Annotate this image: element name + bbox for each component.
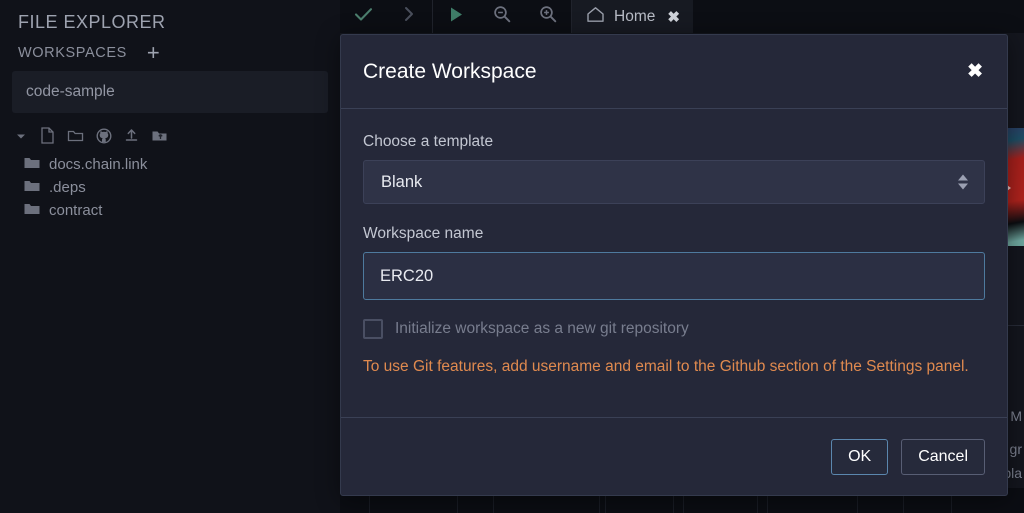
caret-down-icon[interactable] <box>14 129 28 143</box>
list-item[interactable]: contract <box>0 199 340 222</box>
upload-file-icon[interactable] <box>124 128 139 144</box>
workspace-name-input[interactable] <box>363 252 985 300</box>
toolbar-group-run <box>433 0 571 33</box>
git-init-label: Initialize workspace as a new git reposi… <box>395 320 689 337</box>
modal-footer: OK Cancel <box>341 417 1007 495</box>
cancel-button[interactable]: Cancel <box>901 438 985 475</box>
list-item-label: docs.chain.link <box>49 156 148 173</box>
editor-toolbar: Home ✖ <box>340 0 1024 33</box>
upload-folder-icon[interactable] <box>151 128 168 143</box>
template-label: Choose a template <box>363 133 494 150</box>
file-explorer-sidebar: FILE EXPLORER WORKSPACES + code-sample d… <box>0 0 340 513</box>
git-init-checkbox[interactable] <box>363 319 383 339</box>
list-item[interactable]: .deps <box>0 176 340 199</box>
github-icon[interactable] <box>96 127 112 144</box>
home-icon <box>586 6 605 28</box>
create-workspace-modal: Create Workspace ✖ Choose a template Bla… <box>340 34 1008 496</box>
close-icon[interactable]: ✖ <box>965 58 985 85</box>
workspace-selector[interactable]: code-sample <box>12 71 328 113</box>
zoom-in-button[interactable] <box>525 0 571 33</box>
template-select-value: Blank <box>381 172 423 191</box>
bg-heading-snippet: M <box>1010 408 1022 424</box>
new-file-icon[interactable] <box>40 127 55 144</box>
file-tree: docs.chain.link .deps contract <box>0 144 340 222</box>
workspace-selector-value: code-sample <box>26 83 115 100</box>
toolbar-group-left <box>340 0 432 33</box>
check-button[interactable] <box>340 0 386 33</box>
chevron-updown-icon <box>958 174 968 190</box>
zoom-in-icon <box>539 5 557 28</box>
step-forward-button[interactable] <box>386 0 432 33</box>
workspace-name-label: Workspace name <box>363 225 484 242</box>
tree-toolbar <box>0 113 340 144</box>
zoom-out-button[interactable] <box>479 0 525 33</box>
tab-home[interactable]: Home ✖ <box>572 0 693 33</box>
check-icon <box>354 7 373 27</box>
run-button[interactable] <box>433 0 479 33</box>
chevron-right-icon <box>403 6 415 27</box>
app-root: FILE EXPLORER WORKSPACES + code-sample d… <box>0 0 1024 513</box>
modal-header: Create Workspace ✖ <box>341 35 1007 109</box>
workspaces-label: WORKSPACES <box>18 45 127 61</box>
folder-icon <box>24 179 40 196</box>
git-init-row[interactable]: Initialize workspace as a new git reposi… <box>363 319 985 339</box>
modal-body: Choose a template Blank Workspace name I… <box>341 109 1007 417</box>
tab-home-label: Home <box>614 7 656 25</box>
play-icon <box>448 6 464 28</box>
zoom-out-icon <box>493 5 511 28</box>
list-item-label: .deps <box>49 179 86 196</box>
page-title: FILE EXPLORER <box>18 12 166 32</box>
close-icon[interactable]: ✖ <box>667 8 680 26</box>
list-item-label: contract <box>49 202 103 219</box>
folder-icon <box>24 156 40 173</box>
folder-icon <box>24 202 40 219</box>
template-select[interactable]: Blank <box>363 160 985 204</box>
bg-text-snippet-1: gr <box>1009 441 1022 457</box>
plus-icon[interactable]: + <box>147 42 160 64</box>
ok-button[interactable]: OK <box>831 438 889 475</box>
workspaces-header: WORKSPACES + <box>0 33 340 64</box>
modal-title: Create Workspace <box>363 59 537 83</box>
new-folder-icon[interactable] <box>67 128 84 143</box>
list-item[interactable]: docs.chain.link <box>0 153 340 176</box>
git-warning-text: To use Git features, add username and em… <box>363 358 969 375</box>
